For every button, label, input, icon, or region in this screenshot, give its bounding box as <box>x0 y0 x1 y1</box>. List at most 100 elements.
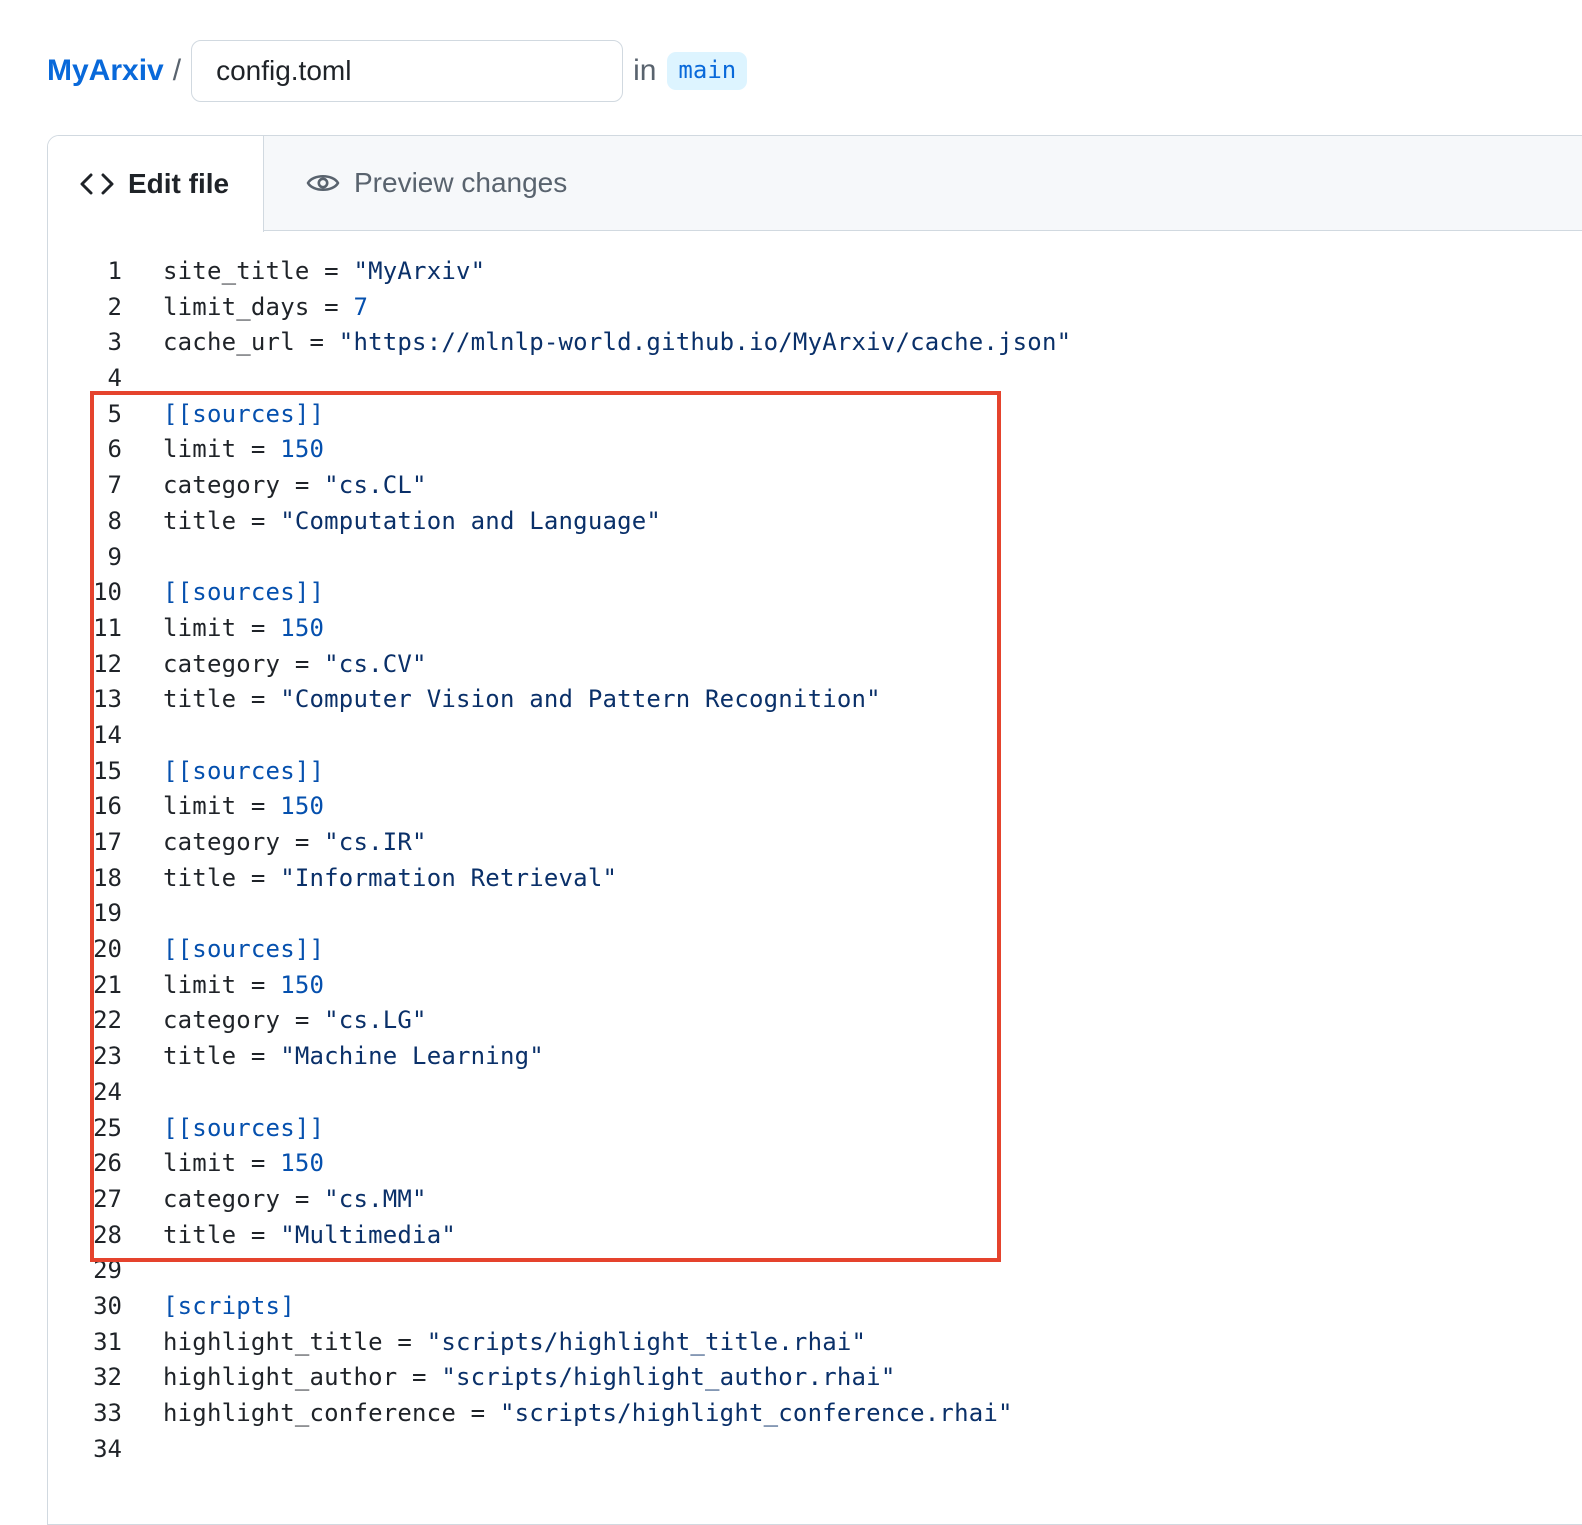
line-number: 7 <box>107 471 122 500</box>
repo-link[interactable]: MyArxiv <box>47 54 164 88</box>
eye-icon <box>306 170 340 196</box>
code-token: = <box>236 863 281 892</box>
code-line[interactable]: 15 [[sources]] <box>48 754 1582 790</box>
code-token: limit <box>163 970 237 999</box>
code-line[interactable]: 26 limit = 150 <box>48 1146 1582 1182</box>
branch-badge[interactable]: main <box>667 52 748 90</box>
tab-preview-changes[interactable]: Preview changes <box>264 136 567 230</box>
code-token: = <box>280 1006 325 1035</box>
line-number: 10 <box>93 578 122 607</box>
code-token: "cs.LG" <box>324 1006 427 1035</box>
line-content: highlight_author = "scripts/highlight_au… <box>163 1360 895 1396</box>
code-token: highlight_author <box>163 1363 398 1392</box>
code-line[interactable]: 30 [scripts] <box>48 1289 1582 1325</box>
code-line[interactable]: 9 <box>48 540 1582 576</box>
code-line[interactable]: 21 limit = 150 <box>48 968 1582 1004</box>
line-content: [[sources]] <box>163 1111 324 1147</box>
code-token: limit <box>163 1149 237 1178</box>
tab-edit-file-label: Edit file <box>128 168 230 199</box>
line-content: site_title = "MyArxiv" <box>163 254 485 290</box>
code-token: [[sources]] <box>163 1113 325 1142</box>
code-line[interactable]: 25 [[sources]] <box>48 1111 1582 1147</box>
code-token: = <box>294 328 339 357</box>
code-line[interactable]: 6 limit = 150 <box>48 432 1582 468</box>
code-line[interactable]: 17 category = "cs.IR" <box>48 825 1582 861</box>
code-token: 7 <box>353 292 369 321</box>
line-number: 4 <box>107 364 122 393</box>
code-token: = <box>280 828 325 856</box>
line-number: 20 <box>93 935 122 964</box>
line-content: [[sources]] <box>163 754 324 790</box>
code-token: "cs.CV" <box>324 649 427 678</box>
code-line[interactable]: 29 <box>48 1253 1582 1289</box>
code-line[interactable]: 3 cache_url = "https://mlnlp-world.github… <box>48 325 1582 361</box>
code-token: "Computer Vision and Pattern Recognition… <box>280 685 881 714</box>
editor-tabbar: Edit file Preview changes <box>48 136 1582 232</box>
code-line[interactable]: 4 <box>48 361 1582 397</box>
line-content: limit = 150 <box>163 789 324 825</box>
code-line[interactable]: 18 title = "Information Retrieval" <box>48 861 1582 897</box>
line-content: [[sources]] <box>163 932 324 968</box>
code-line[interactable]: 11 limit = 150 <box>48 611 1582 647</box>
line-content: category = "cs.MM" <box>163 1182 427 1218</box>
code-token: = <box>236 506 281 535</box>
code-token: [[sources]] <box>163 756 325 785</box>
code-token: 150 <box>280 613 325 642</box>
code-token: = <box>280 471 325 500</box>
line-number: 6 <box>107 435 122 464</box>
code-token: category <box>163 828 281 856</box>
code-token: = <box>236 792 281 821</box>
file-editor: Edit file Preview changes 1 site_title = … <box>47 135 1582 1525</box>
line-content: highlight_conference = "scripts/highligh… <box>163 1396 1013 1432</box>
code-line[interactable]: 19 <box>48 896 1582 932</box>
code-line[interactable]: 16 limit = 150 <box>48 789 1582 825</box>
line-number: 3 <box>107 328 122 357</box>
code-line[interactable]: 1 site_title = "MyArxiv" <box>48 254 1582 290</box>
code-line[interactable]: 10 [[sources]] <box>48 575 1582 611</box>
code-line[interactable]: 22 category = "cs.LG" <box>48 1003 1582 1039</box>
filename-input[interactable] <box>191 40 624 102</box>
code-line[interactable]: 27 category = "cs.MM" <box>48 1182 1582 1218</box>
code-line[interactable]: 20 [[sources]] <box>48 932 1582 968</box>
line-content: limit_days = 7 <box>163 290 368 326</box>
line-content: limit = 150 <box>163 432 324 468</box>
line-number: 13 <box>93 685 122 714</box>
code-token: = <box>309 292 354 321</box>
code-line[interactable]: 12 category = "cs.CV" <box>48 647 1582 683</box>
code-line[interactable]: 33 highlight_conference = "scripts/highli… <box>48 1396 1582 1432</box>
code-token: "Multimedia" <box>280 1220 456 1249</box>
code-token: highlight_title <box>163 1327 383 1356</box>
code-token: = <box>236 1220 281 1249</box>
code-line[interactable]: 28 title = "Multimedia" <box>48 1218 1582 1254</box>
code-line[interactable]: 2 limit_days = 7 <box>48 290 1582 326</box>
line-number: 33 <box>93 1399 122 1427</box>
code-line[interactable]: 31 highlight_title = "scripts/highlight_t… <box>48 1325 1582 1361</box>
code-line[interactable]: 5 [[sources]] <box>48 397 1582 433</box>
line-content: title = "Machine Learning" <box>163 1039 544 1075</box>
code-line[interactable]: 8 title = "Computation and Language" <box>48 504 1582 540</box>
code-line[interactable]: 23 title = "Machine Learning" <box>48 1039 1582 1075</box>
code-token: site_title <box>163 257 310 285</box>
code-line[interactable]: 34 <box>48 1432 1582 1468</box>
line-number: 26 <box>93 1149 122 1178</box>
breadcrumb: MyArxiv / in main <box>47 40 748 102</box>
tab-edit-file[interactable]: Edit file <box>48 136 264 232</box>
code-token: "cs.IR" <box>324 828 427 856</box>
code-line[interactable]: 7 category = "cs.CL" <box>48 468 1582 504</box>
line-number: 29 <box>93 1256 122 1285</box>
code-line[interactable]: 24 <box>48 1075 1582 1111</box>
line-number: 18 <box>93 863 122 892</box>
line-content: cache_url = "https://mlnlp-world.github.… <box>163 325 1071 361</box>
line-content: category = "cs.CL" <box>163 468 427 504</box>
code-area[interactable]: 1 site_title = "MyArxiv" 2 limit_days = 7 3 c… <box>48 254 1582 1467</box>
code-line[interactable]: 14 <box>48 718 1582 754</box>
code-line[interactable]: 13 title = "Computer Vision and Pattern R… <box>48 682 1582 718</box>
code-token: "Machine Learning" <box>280 1042 544 1071</box>
code-token: = <box>236 685 281 714</box>
line-content: [[sources]] <box>163 397 324 433</box>
code-token: 150 <box>280 435 325 464</box>
code-line[interactable]: 32 highlight_author = "scripts/highlight_… <box>48 1360 1582 1396</box>
line-number: 5 <box>107 399 122 428</box>
line-content: highlight_title = "scripts/highlight_tit… <box>163 1325 866 1361</box>
code-token: category <box>163 1006 281 1035</box>
